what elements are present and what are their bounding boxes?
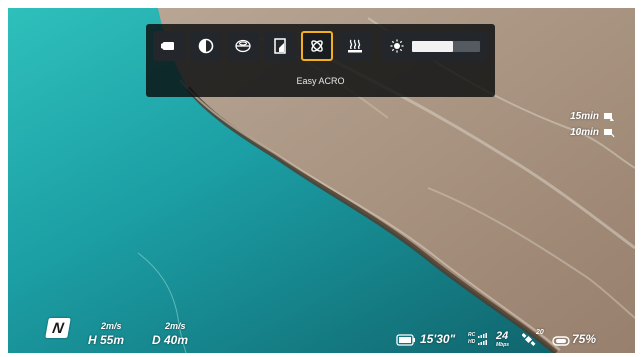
distance-readout: D 40m bbox=[152, 333, 189, 347]
battery-icon bbox=[396, 334, 415, 346]
remaining-flight-time: 15min bbox=[570, 111, 615, 122]
goggles-icon bbox=[552, 336, 570, 346]
return-home-time: 10min bbox=[570, 127, 615, 138]
horizontal-speed: 2m/s bbox=[101, 321, 122, 331]
camera-icon bbox=[161, 42, 174, 50]
brightness-slider-fill bbox=[412, 41, 453, 52]
flight-mode-label: Easy ACRO bbox=[296, 76, 345, 86]
contrast-button[interactable] bbox=[190, 31, 222, 61]
sd-card-icon bbox=[274, 38, 286, 54]
battery-time: 15'30" bbox=[420, 332, 456, 346]
hd-signal-label: HD bbox=[468, 339, 476, 345]
quick-settings-toolbar: Easy ACRO bbox=[146, 24, 495, 97]
easy-acro-button[interactable] bbox=[301, 31, 333, 61]
signal-bars-icon bbox=[478, 333, 487, 345]
bitrate-unit: Mbps bbox=[496, 342, 510, 348]
satellite-count: 20 bbox=[536, 329, 544, 336]
acro-icon bbox=[311, 40, 323, 52]
height-readout: H 55m bbox=[88, 333, 125, 347]
sun-icon bbox=[390, 39, 404, 53]
brightness-control[interactable] bbox=[381, 31, 487, 61]
return-home-time-value: 10min bbox=[570, 127, 599, 138]
compass-heading: N bbox=[51, 319, 65, 337]
gimbal-icon bbox=[235, 39, 251, 53]
gimbal-button[interactable] bbox=[227, 31, 259, 61]
goggles-battery: 75% bbox=[572, 332, 597, 346]
heat-icon bbox=[348, 39, 362, 53]
remaining-flight-time-value: 15min bbox=[570, 111, 599, 122]
return-time-icon bbox=[604, 128, 615, 137]
compass-indicator: N bbox=[45, 318, 71, 338]
bitrate-value: 24 bbox=[496, 330, 509, 342]
rc-signal-label: RC bbox=[468, 332, 476, 338]
brightness-slider[interactable] bbox=[412, 41, 480, 52]
video-mode-button[interactable] bbox=[153, 31, 185, 61]
vertical-speed: 2m/s bbox=[165, 321, 186, 331]
storage-button[interactable] bbox=[264, 31, 296, 61]
contrast-icon bbox=[198, 38, 214, 54]
screen: Easy ACRO 15min 10min N 2m/s H 55m 2m/s … bbox=[0, 0, 643, 357]
drone-time-icon bbox=[604, 112, 614, 121]
heating-button[interactable] bbox=[339, 31, 371, 61]
satellite-icon bbox=[522, 333, 536, 346]
